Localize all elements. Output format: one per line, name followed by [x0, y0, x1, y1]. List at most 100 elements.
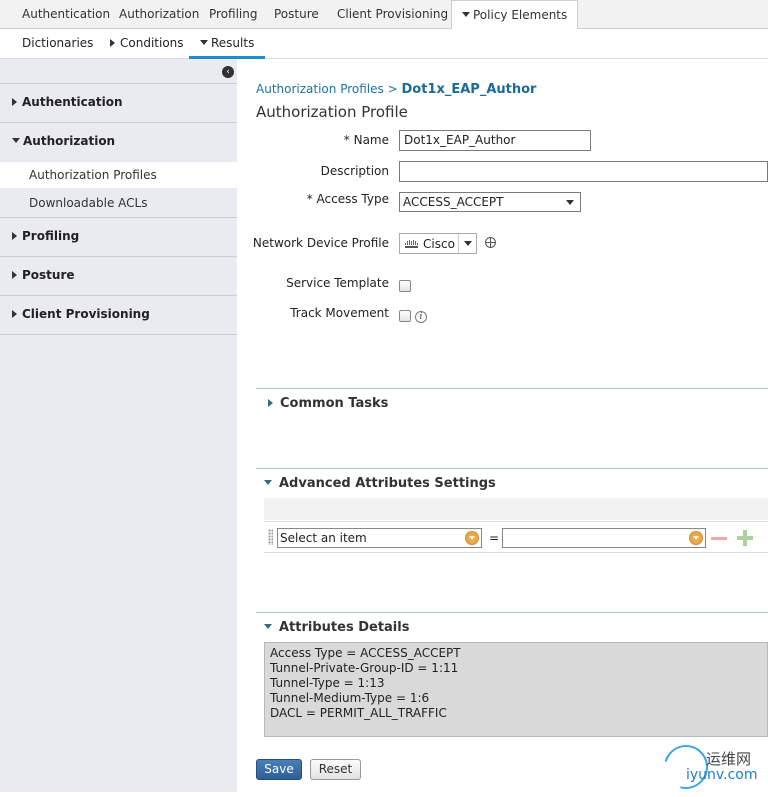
- attributes-details-label: Attributes Details: [279, 620, 410, 635]
- attribute-select[interactable]: Select an item: [277, 528, 482, 548]
- dropdown-toggle[interactable]: [458, 234, 476, 253]
- track-movement-label: Track Movement: [290, 306, 389, 320]
- access-type-select[interactable]: ACCESS_ACCEPT: [399, 192, 581, 212]
- section-divider: [256, 612, 768, 613]
- divider: [0, 122, 237, 123]
- tab-client-provisioning[interactable]: Client Provisioning: [337, 0, 448, 29]
- caret-down-icon: [566, 200, 574, 205]
- common-tasks-header[interactable]: Common Tasks: [268, 396, 388, 411]
- save-button[interactable]: Save: [256, 759, 302, 780]
- breadcrumb-current: Dot1x_EAP_Author: [401, 82, 537, 97]
- tab-results[interactable]: Results: [189, 29, 266, 59]
- divider: [0, 217, 237, 218]
- attribute-select-value: Select an item: [280, 531, 367, 545]
- chevron-left-icon[interactable]: ‹: [222, 66, 234, 78]
- description-field[interactable]: [399, 161, 768, 182]
- divider: [0, 83, 237, 84]
- remove-row-icon[interactable]: [711, 537, 727, 540]
- chevron-down-icon: [264, 624, 272, 629]
- advanced-attributes-label: Advanced Attributes Settings: [279, 476, 496, 491]
- sidebar-item-posture[interactable]: Posture: [12, 268, 75, 282]
- sidebar-item-client-provisioning[interactable]: Client Provisioning: [12, 307, 150, 321]
- sidebar-item-authentication[interactable]: Authentication: [12, 95, 123, 109]
- track-movement-checkbox[interactable]: [399, 310, 411, 322]
- chevron-right-icon: [110, 38, 115, 47]
- info-icon[interactable]: i: [415, 311, 427, 323]
- chevron-down-icon: [12, 138, 20, 143]
- common-tasks-label: Common Tasks: [280, 396, 389, 411]
- tab-authentication[interactable]: Authentication: [22, 0, 110, 29]
- advanced-attributes-header[interactable]: Advanced Attributes Settings: [264, 476, 496, 491]
- tab-policy-elements-label: Policy Elements: [473, 8, 568, 22]
- chevron-right-icon: [268, 398, 273, 407]
- detail-line: Tunnel-Medium-Type = 1:6: [270, 691, 430, 705]
- reset-button[interactable]: Reset: [310, 759, 361, 780]
- detail-line: DACL = PERMIT_ALL_TRAFFIC: [270, 706, 447, 720]
- add-row-icon[interactable]: [737, 530, 753, 546]
- section-divider: [256, 468, 768, 469]
- tab-conditions[interactable]: Conditions: [110, 29, 184, 59]
- name-label: * Name: [343, 133, 389, 147]
- access-type-value: ACCESS_ACCEPT: [403, 195, 504, 209]
- network-device-profile-value: Cisco: [423, 237, 455, 251]
- top-tab-bar: Authentication Authorization Profiling P…: [0, 0, 768, 30]
- cisco-logo-icon: [405, 240, 418, 248]
- divider: [0, 256, 237, 257]
- attribute-value-select[interactable]: [502, 528, 706, 548]
- watermark-logo: 运维网 iyunv.com: [655, 736, 768, 797]
- breadcrumb: Authorization Profiles > Dot1x_EAP_Autho…: [256, 82, 536, 97]
- dropdown-icon: [465, 531, 479, 545]
- tab-dictionaries[interactable]: Dictionaries: [22, 29, 93, 59]
- description-label: Description: [320, 164, 389, 178]
- drag-handle-icon[interactable]: [268, 529, 273, 545]
- sidebar-item-authorization[interactable]: Authorization: [12, 134, 115, 148]
- advanced-attributes-table-header: [264, 498, 768, 520]
- breadcrumb-separator: >: [387, 82, 398, 96]
- tab-conditions-label: Conditions: [120, 36, 184, 50]
- sub-tab-bar: Dictionaries Conditions Results: [0, 29, 768, 59]
- tab-results-label: Results: [211, 36, 255, 50]
- crosshair-icon[interactable]: [484, 236, 497, 249]
- watermark-cn: 运维网: [706, 750, 752, 768]
- sidebar: ‹ Authentication Authorization Authoriza…: [0, 59, 237, 792]
- tab-authorization[interactable]: Authorization: [119, 0, 199, 29]
- chevron-right-icon: [12, 270, 17, 279]
- page-title: Authorization Profile: [256, 103, 408, 121]
- dropdown-icon: [689, 531, 703, 545]
- chevron-down-icon: [264, 480, 272, 485]
- divider: [0, 295, 237, 296]
- access-type-label: * Access Type: [306, 192, 389, 206]
- sidebar-item-profiling[interactable]: Profiling: [12, 229, 79, 243]
- attributes-details-box: Access Type = ACCESS_ACCEPT Tunnel-Priva…: [264, 642, 768, 737]
- sidebar-item-label: Authentication: [22, 95, 123, 109]
- operator-label: =: [489, 531, 500, 545]
- detail-line: Tunnel-Type = 1:13: [270, 676, 385, 690]
- divider: [0, 334, 237, 335]
- detail-line: Tunnel-Private-Group-ID = 1:11: [270, 661, 459, 675]
- watermark-en: iyunv.com: [686, 767, 758, 783]
- sidebar-item-authorization-profiles[interactable]: Authorization Profiles: [0, 162, 237, 188]
- section-divider: [256, 388, 768, 389]
- sidebar-item-label: Profiling: [22, 229, 80, 243]
- sidebar-item-downloadable-acls[interactable]: Downloadable ACLs: [0, 190, 237, 216]
- tab-posture[interactable]: Posture: [274, 0, 319, 29]
- name-field[interactable]: Dot1x_EAP_Author: [399, 130, 591, 151]
- chevron-down-icon: [462, 12, 470, 17]
- chevron-right-icon: [12, 231, 17, 240]
- network-device-profile-label: Network Device Profile: [252, 236, 389, 250]
- service-template-checkbox[interactable]: [399, 280, 411, 292]
- tab-profiling[interactable]: Profiling: [209, 0, 258, 29]
- service-template-label: Service Template: [286, 276, 389, 290]
- sidebar-item-label: Client Provisioning: [22, 307, 150, 321]
- caret-down-icon: [464, 241, 472, 246]
- breadcrumb-link[interactable]: Authorization Profiles: [256, 82, 384, 96]
- chevron-right-icon: [12, 97, 17, 106]
- detail-line: Access Type = ACCESS_ACCEPT: [270, 646, 461, 660]
- chevron-right-icon: [12, 309, 17, 318]
- tab-policy-elements[interactable]: Policy Elements: [451, 0, 579, 30]
- sidebar-item-label: Posture: [22, 268, 75, 282]
- sidebar-item-label: Authorization: [23, 134, 116, 148]
- attributes-details-header[interactable]: Attributes Details: [264, 620, 409, 635]
- network-device-profile-select[interactable]: Cisco: [399, 233, 477, 254]
- chevron-down-icon: [200, 40, 208, 45]
